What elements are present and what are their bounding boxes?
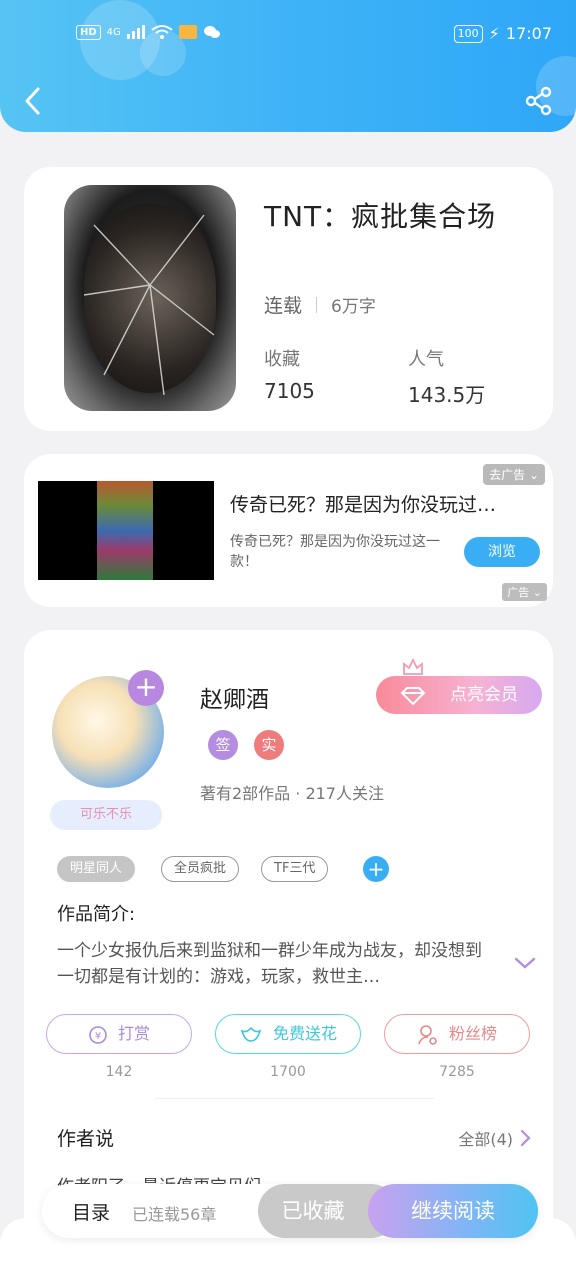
author-name[interactable]: 赵卿酒 (200, 680, 269, 714)
book-meta: 连载 6万字 (264, 291, 376, 318)
wechat-icon (203, 26, 220, 38)
clock: 17:07 (505, 24, 552, 43)
remove-ad-label: 去广告 (489, 468, 526, 482)
tag-chip[interactable]: 全员疯批 (161, 856, 240, 882)
signed-badge: 签 (208, 730, 238, 760)
chevron-down-icon: ⌄ (532, 586, 542, 599)
verified-badge: 实 (254, 730, 284, 760)
ad-title[interactable]: 传奇已死？那是因为你没玩过… (230, 490, 530, 517)
plus-icon: + (134, 670, 158, 703)
ad-mark-label: 广告 (507, 586, 530, 599)
bottom-action-bar: 目录 已连载56章 已收藏 继续阅读 (42, 1184, 538, 1238)
signal-icon (126, 25, 145, 39)
plus-icon: + (367, 857, 385, 881)
chevron-right-icon (520, 1129, 531, 1147)
book-info-card: TNT：疯批集合场 连载 6万字 收藏 7105 人气 143.5万 (24, 167, 553, 431)
book-status: 连载 (264, 295, 303, 317)
author-say-title: 作者说 (57, 1128, 115, 1150)
flower-count: 1700 (270, 1064, 306, 1080)
popularity-label: 人气 (408, 349, 444, 370)
book-word-count: 6万字 (331, 297, 376, 317)
author-card: + 可乐不乐 赵卿酒 点亮会员 签 实 著有2部作品 · 217人关注 明星同人… (24, 630, 553, 1280)
wifi-icon (151, 25, 173, 39)
collect-label: 收藏 (264, 349, 300, 370)
hd-badge: HD (76, 24, 101, 40)
reward-button[interactable]: ¥ 打赏 (46, 1014, 192, 1054)
intro-text: 一个少女报仇后来到监狱和一群少年成为战友，却没想到一切都是有计划的：游戏，玩家，… (57, 941, 482, 987)
crown-icon (403, 658, 423, 675)
toc-status: 已连载56章 (132, 1205, 217, 1224)
status-bar: HD 4G 100 ⚡ 17:07 (0, 18, 576, 54)
ad-mark[interactable]: 广告 ⌄ (502, 583, 547, 601)
intro-label: 作品简介: (57, 904, 136, 925)
avatar-tag: 可乐不乐 (50, 800, 162, 830)
charging-icon: ⚡ (488, 24, 500, 43)
mail-icon (178, 25, 197, 39)
flower-icon (240, 1026, 262, 1042)
send-flower-label: 免费送花 (272, 1024, 337, 1043)
remove-ad-button[interactable]: 去广告 ⌄ (483, 464, 545, 485)
coin-icon: ¥ (89, 1025, 107, 1044)
book-title: TNT：疯批集合场 (264, 200, 497, 233)
author-say-all-link[interactable]: 全部(4) (458, 1126, 531, 1150)
book-cover[interactable] (64, 185, 236, 411)
back-icon[interactable] (20, 86, 46, 116)
share-icon[interactable] (524, 86, 554, 116)
send-flower-button[interactable]: 免费送花 (215, 1014, 361, 1054)
divider (316, 296, 318, 313)
author-works: 著有2部作品 · 217人关注 (200, 784, 384, 803)
battery-icon: 100 (453, 24, 483, 43)
toc-button[interactable]: 目录 (72, 1198, 110, 1225)
fans-count: 7285 (439, 1064, 475, 1080)
continue-reading-button[interactable]: 继续阅读 (368, 1184, 538, 1238)
reward-count: 142 (105, 1064, 133, 1080)
author-say-all-label: 全部(4) (458, 1130, 513, 1149)
diamond-icon (400, 687, 426, 706)
header: HD 4G 100 ⚡ 17:07 (0, 0, 576, 132)
fans-rank-label: 粉丝榜 (448, 1024, 497, 1043)
ad-game-art (97, 481, 153, 580)
reward-label: 打赏 (117, 1024, 150, 1043)
fans-rank-button[interactable]: 粉丝榜 (384, 1014, 530, 1054)
ad-card[interactable]: 去广告 ⌄ 传奇已死？那是因为你没玩过… 传奇已死？那是因为你没玩过这一款！ 浏… (24, 454, 553, 607)
ad-description: 传奇已死？那是因为你没玩过这一款！ (230, 534, 440, 570)
fans-icon (418, 1024, 437, 1045)
status-right: 100 ⚡ 17:07 (453, 24, 552, 43)
chevron-down-icon: ⌄ (528, 468, 539, 482)
collected-label: 已收藏 (281, 1199, 345, 1223)
ad-browse-button[interactable]: 浏览 (464, 537, 540, 567)
network-type: 4G (106, 26, 121, 38)
popularity-value: 143.5万 (408, 383, 486, 407)
divider (154, 1098, 434, 1099)
add-tag-button[interactable]: + (363, 856, 389, 882)
follow-plus-button[interactable]: + (128, 670, 164, 706)
cover-crack (83, 214, 215, 396)
status-left: HD 4G (76, 24, 221, 40)
chevron-down-icon[interactable] (512, 954, 538, 972)
tag-chip[interactable]: TF三代 (261, 856, 329, 882)
ad-image[interactable] (38, 481, 214, 580)
tag-chip[interactable]: 明星同人 (57, 856, 136, 882)
collect-value: 7105 (264, 379, 315, 403)
svg-text:¥: ¥ (95, 1031, 101, 1042)
